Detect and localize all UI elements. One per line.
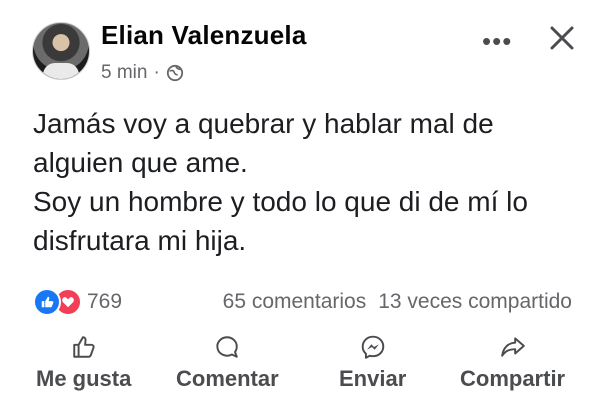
globe-icon [166, 64, 183, 82]
like-label: Me gusta [36, 366, 132, 391]
comment-icon [216, 336, 239, 358]
share-label: Compartir [460, 366, 566, 391]
comment-button[interactable]: Comentar [176, 330, 279, 392]
share-button[interactable]: Compartir [460, 330, 565, 392]
reactions-summary[interactable]: 769 [33, 288, 122, 316]
timestamp[interactable]: 5 min [101, 62, 147, 84]
meta-separator: · [153, 62, 160, 83]
shares-count[interactable]: 13 veces compartido [378, 290, 572, 314]
share-icon [500, 337, 525, 357]
engagement-stats: 65 comentarios 13 veces compartido [223, 290, 572, 314]
post-card: Elian Valenzuela 5 min · ••• Jamás voy a… [0, 0, 600, 400]
post-text-line: Soy un hombre y todo lo que di de mí lo … [33, 186, 528, 256]
avatar-shirt [43, 63, 79, 79]
avatar[interactable] [32, 22, 90, 80]
more-options-button[interactable]: ••• [482, 26, 512, 57]
author-name[interactable]: Elian Valenzuela [101, 20, 307, 51]
messenger-icon [361, 335, 384, 359]
post-text: Jamás voy a quebrar y hablar mal de algu… [33, 104, 573, 260]
like-button[interactable]: Me gusta [36, 330, 131, 392]
like-icon [33, 288, 61, 316]
comments-count[interactable]: 65 comentarios [223, 290, 367, 314]
action-bar: Me gusta Comentar Enviar Compartir [0, 330, 600, 400]
reaction-count: 769 [87, 290, 123, 313]
post-text-line: Jamás voy a quebrar y hablar mal de algu… [33, 108, 494, 178]
thumbs-up-icon [72, 336, 95, 358]
send-button[interactable]: Enviar [339, 330, 406, 392]
send-label: Enviar [339, 366, 407, 391]
post-meta: 5 min · [101, 62, 184, 84]
close-icon[interactable] [546, 22, 578, 54]
comment-label: Comentar [176, 366, 279, 391]
